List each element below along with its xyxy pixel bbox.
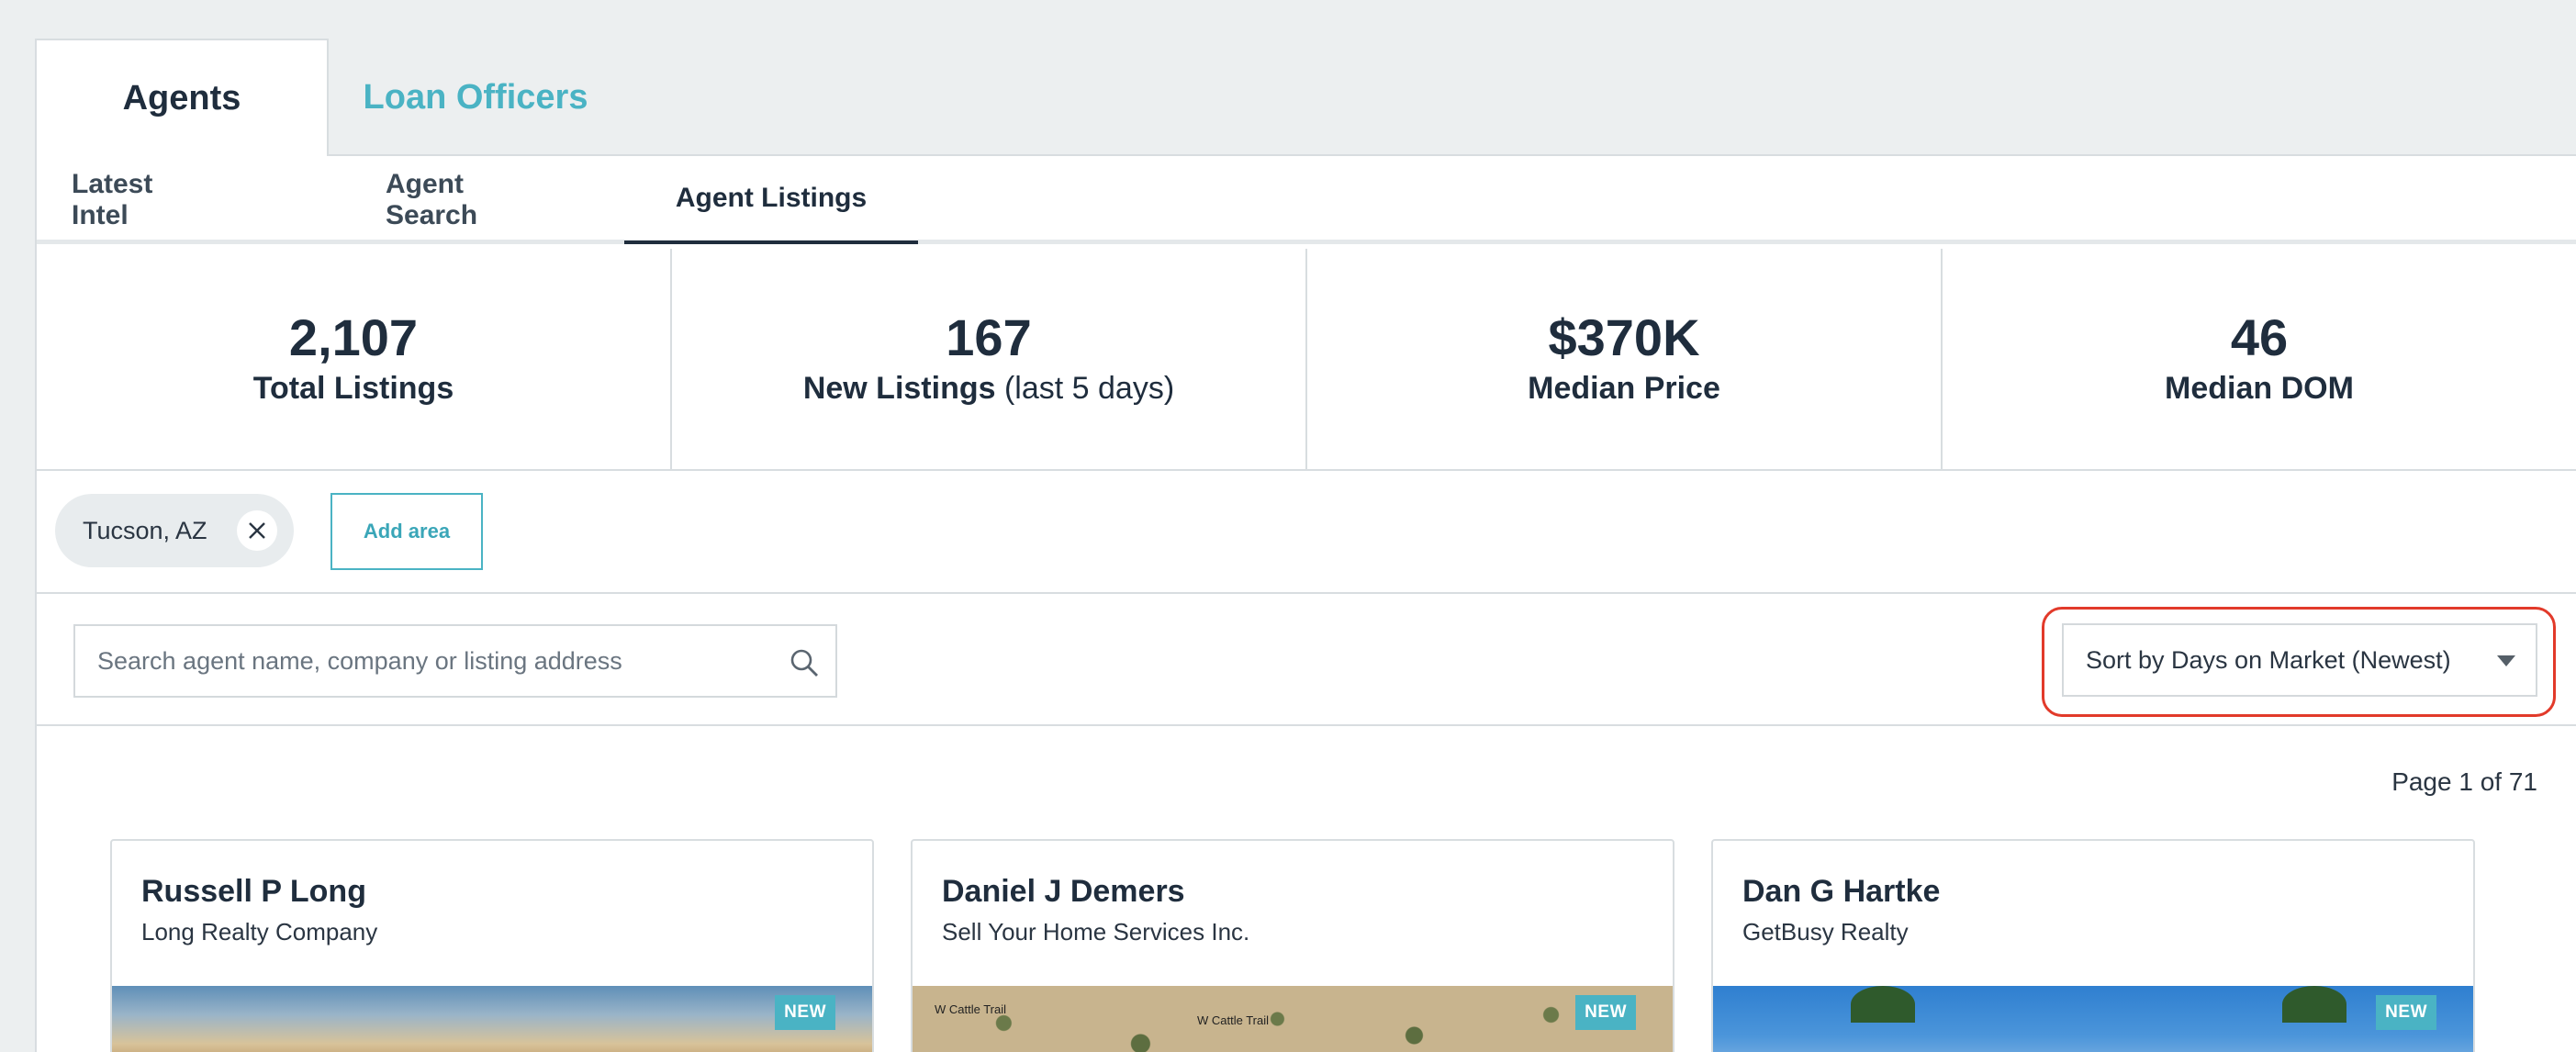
- listing-photo[interactable]: W Cattle Trail W Cattle Trail: [913, 986, 1673, 1052]
- stat-label: Median DOM: [2165, 370, 2354, 406]
- page-indicator: Page 1 of 71: [2391, 767, 2537, 796]
- sort-dropdown-value: Sort by Days on Market (Newest): [2086, 645, 2451, 674]
- listing-photo[interactable]: [112, 986, 872, 1052]
- search-field: [73, 624, 837, 698]
- palm-tree: [1851, 986, 1915, 1023]
- stats-bar: 2,107 Total Listings 167 New Listings (l…: [37, 249, 2576, 471]
- area-chip: Tucson, AZ: [55, 494, 294, 567]
- map-label: W Cattle Trail: [935, 1002, 1007, 1016]
- listing-photo[interactable]: [1713, 986, 2473, 1052]
- subtab-latest-intel[interactable]: Latest Intel: [72, 156, 182, 244]
- add-area-button[interactable]: Add area: [330, 493, 483, 570]
- stat-value: $370K: [1548, 308, 1700, 367]
- stat-label: Total Listings: [252, 370, 454, 406]
- agent-company: GetBusy Realty: [1742, 918, 1909, 946]
- stat-value: 2,107: [288, 308, 419, 367]
- sub-tabs: Latest Intel Agent Search Agent Listings: [37, 156, 2576, 244]
- listing-card[interactable]: Russell P Long Long Realty Company NEW: [110, 839, 874, 1052]
- close-icon[interactable]: [237, 510, 277, 551]
- search-input[interactable]: [97, 646, 758, 676]
- palm-tree: [2282, 986, 2346, 1023]
- new-badge: NEW: [2376, 995, 2436, 1030]
- search-icon[interactable]: [788, 646, 821, 679]
- new-badge: NEW: [775, 995, 835, 1030]
- agent-name[interactable]: Dan G Hartke: [1742, 874, 1940, 910]
- stat-label: Median Price: [1528, 370, 1720, 406]
- chevron-down-icon: [2497, 655, 2515, 666]
- stat-median-price: $370K Median Price: [1307, 249, 1943, 469]
- stat-label-suffix: (last 5 days): [995, 370, 1175, 406]
- listing-card[interactable]: Daniel J Demers Sell Your Home Services …: [911, 839, 1674, 1052]
- stat-label: New Listings (last 5 days): [802, 370, 1175, 406]
- subtab-agent-search[interactable]: Agent Search: [386, 156, 560, 244]
- map-label: W Cattle Trail: [1197, 1013, 1270, 1027]
- agent-name[interactable]: Russell P Long: [141, 874, 366, 910]
- new-badge: NEW: [1575, 995, 1636, 1030]
- listing-card[interactable]: Dan G Hartke GetBusy Realty NEW: [1711, 839, 2475, 1052]
- agent-company: Long Realty Company: [141, 918, 378, 946]
- area-chip-label: Tucson, AZ: [83, 516, 207, 544]
- stat-median-dom: 46 Median DOM: [1943, 249, 2576, 469]
- tab-loan-officers[interactable]: Loan Officers: [329, 39, 622, 156]
- stat-total-listings: 2,107 Total Listings: [37, 249, 672, 469]
- agent-company: Sell Your Home Services Inc.: [942, 918, 1250, 946]
- stat-new-listings: 167 New Listings (last 5 days): [672, 249, 1307, 469]
- subtab-agent-listings[interactable]: Agent Listings: [624, 156, 918, 244]
- tab-agents[interactable]: Agents: [35, 39, 329, 156]
- stat-value: 167: [946, 308, 1032, 367]
- agent-name[interactable]: Daniel J Demers: [942, 874, 1185, 910]
- stat-value: 46: [2230, 308, 2289, 367]
- sort-dropdown[interactable]: Sort by Days on Market (Newest): [2062, 623, 2537, 697]
- area-filters: Tucson, AZ Add area: [37, 471, 2576, 594]
